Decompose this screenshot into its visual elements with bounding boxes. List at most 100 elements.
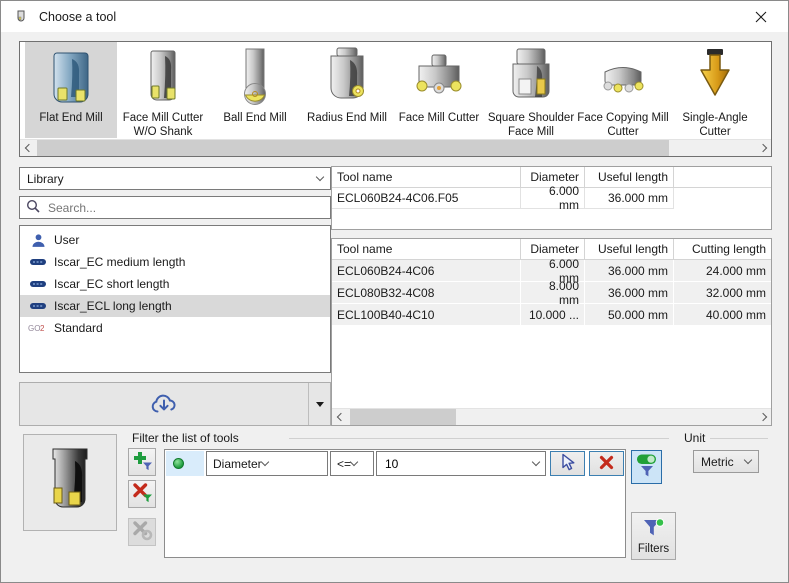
cloud-download-icon[interactable] xyxy=(20,383,308,425)
library-item-standard[interactable]: GO2 Standard xyxy=(20,317,330,339)
scroll-left-icon[interactable] xyxy=(20,140,37,156)
tool-type-face-mill-cutter-wo-shank[interactable]: Face Mill Cutter W/O Shank xyxy=(117,42,209,138)
filter-operator-value: <= xyxy=(337,457,351,471)
dialog-title: Choose a tool xyxy=(39,10,116,24)
tool-type-label: Flat End Mill xyxy=(39,111,102,125)
delete-filter-button[interactable] xyxy=(589,451,624,476)
library-item-iscar-ec-medium[interactable]: Iscar_EC medium length xyxy=(20,251,330,273)
tool-type-label: Ball End Mill xyxy=(223,111,286,125)
cell-useful-length: 36.000 mm xyxy=(585,260,674,282)
pick-value-button[interactable] xyxy=(550,451,585,476)
library-item-label: Iscar_ECL long length xyxy=(54,299,172,313)
tool-type-row: Flat End Mill Face Mill Cutter W/O Shank… xyxy=(20,42,771,138)
tool-list-scrollbar[interactable] xyxy=(332,408,771,425)
search-box[interactable] xyxy=(19,196,331,219)
table-row[interactable]: ECL080B32-4C08 8.000 mm 36.000 mm 32.000… xyxy=(332,282,771,304)
iscar-logo-icon xyxy=(27,302,49,310)
filters-button[interactable]: Filters xyxy=(631,512,676,560)
table-row[interactable]: ECL060B24-4C06.F05 6.000 mm 36.000 mm xyxy=(332,188,771,209)
library-source-value: Library xyxy=(27,172,317,186)
cell-filler xyxy=(674,188,771,209)
chevron-down-icon xyxy=(316,173,324,181)
library-item-label: Standard xyxy=(54,321,103,335)
filter-field-value: Diameter xyxy=(213,457,262,471)
radius-end-mill-icon xyxy=(315,46,379,110)
chevron-down-icon xyxy=(260,458,268,466)
scrollbar-thumb[interactable] xyxy=(37,140,669,156)
filter-group-label: Filter the list of tools xyxy=(130,431,241,445)
choose-a-tool-dialog: Choose a tool Flat End Mill Face Mill Cu… xyxy=(0,0,789,583)
download-options-dropdown[interactable] xyxy=(308,383,330,425)
column-header-useful-length[interactable]: Useful length xyxy=(585,167,674,188)
tool-type-face-mill-cutter[interactable]: Face Mill Cutter xyxy=(393,42,485,138)
go2-logo-icon: GO2 xyxy=(27,323,49,333)
selected-tool-table: Tool name Diameter Useful length ECL060B… xyxy=(331,166,772,230)
tool-type-face-copying-mill-cutter[interactable]: Face Copying Mill Cutter xyxy=(577,42,669,138)
single-angle-cutter-icon xyxy=(683,46,747,110)
column-header-tool-name[interactable]: Tool name xyxy=(332,167,521,188)
tool-type-label: Face Copying Mill Cutter xyxy=(577,111,669,139)
chevron-down-icon xyxy=(744,456,752,464)
tool-type-scrollbar[interactable] xyxy=(20,139,771,156)
table-row[interactable]: ECL100B40-4C10 10.000 ... 50.000 mm 40.0… xyxy=(332,304,771,326)
tool-type-square-shoulder-face-mill[interactable]: Square Shoulder Face Mill xyxy=(485,42,577,138)
filter-row[interactable]: Diameter <= xyxy=(166,451,624,476)
filter-active-cell[interactable] xyxy=(166,451,204,476)
library-source-select[interactable]: Library xyxy=(19,167,331,190)
tool-type-label: Square Shoulder Face Mill xyxy=(485,111,577,139)
chevron-down-icon xyxy=(532,458,540,466)
scroll-left-icon[interactable] xyxy=(332,409,349,425)
iscar-logo-icon xyxy=(27,280,49,288)
scroll-right-icon[interactable] xyxy=(754,140,771,156)
chevron-down-icon xyxy=(350,458,358,466)
cell-cutting-length: 32.000 mm xyxy=(674,282,771,304)
library-item-iscar-ecl-long[interactable]: Iscar_ECL long length xyxy=(20,295,330,317)
cell-diameter: 8.000 mm xyxy=(521,282,585,304)
title-bar: Choose a tool xyxy=(1,1,788,32)
unit-select[interactable]: Metric xyxy=(693,450,759,473)
face-mill-cutter-wo-shank-icon xyxy=(131,46,195,110)
filter-field-select[interactable]: Diameter xyxy=(206,451,328,476)
filter-enable-toggle-button[interactable] xyxy=(631,450,662,484)
cell-tool-name: ECL100B40-4C10 xyxy=(332,304,521,326)
toggle-funnel-icon xyxy=(635,453,658,481)
red-x-icon xyxy=(599,455,614,473)
cell-diameter: 6.000 mm xyxy=(521,188,585,209)
library-list: User Iscar_EC medium length Iscar_EC sho… xyxy=(19,225,331,373)
library-item-iscar-ec-short[interactable]: Iscar_EC short length xyxy=(20,273,330,295)
search-input[interactable] xyxy=(46,200,324,216)
unlink-filter-button-disabled[interactable] xyxy=(128,518,156,546)
ball-end-mill-icon xyxy=(223,46,287,110)
tool-type-label: Face Mill Cutter W/O Shank xyxy=(117,111,209,139)
column-header-filler xyxy=(674,167,771,188)
filter-operator-select[interactable]: <= xyxy=(330,451,374,476)
tool-type-flat-end-mill[interactable]: Flat End Mill xyxy=(25,42,117,138)
filters-funnel-icon xyxy=(642,518,665,541)
tool-type-ball-end-mill[interactable]: Ball End Mill xyxy=(209,42,301,138)
tool-type-single-angle-cutter[interactable]: Single-Angle Cutter xyxy=(669,42,761,138)
scroll-right-icon[interactable] xyxy=(754,409,771,425)
flat-end-mill-icon xyxy=(39,46,103,110)
tool-type-radius-end-mill[interactable]: Radius End Mill xyxy=(301,42,393,138)
cell-cutting-length: 24.000 mm xyxy=(674,260,771,282)
cell-cutting-length: 40.000 mm xyxy=(674,304,771,326)
column-header-tool-name[interactable]: Tool name xyxy=(332,239,521,260)
cell-tool-name: ECL060B24-4C06 xyxy=(332,260,521,282)
scrollbar-thumb[interactable] xyxy=(350,409,456,425)
remove-filter-button[interactable] xyxy=(128,480,156,508)
library-item-user[interactable]: User xyxy=(20,229,330,251)
cell-useful-length: 36.000 mm xyxy=(585,282,674,304)
filter-value-input[interactable] xyxy=(383,456,533,472)
iscar-logo-icon xyxy=(27,258,49,266)
column-header-cutting-length[interactable]: Cutting length xyxy=(674,239,771,260)
column-header-useful-length[interactable]: Useful length xyxy=(585,239,674,260)
add-filter-button[interactable] xyxy=(128,448,156,476)
user-icon xyxy=(27,233,49,248)
square-shoulder-face-mill-icon xyxy=(499,46,563,110)
cell-useful-length: 50.000 mm xyxy=(585,304,674,326)
filter-group-line xyxy=(289,438,669,439)
filter-value-combobox[interactable] xyxy=(376,451,546,476)
unit-value: Metric xyxy=(701,455,745,469)
close-icon[interactable] xyxy=(742,1,780,32)
download-library-button[interactable] xyxy=(19,382,331,426)
